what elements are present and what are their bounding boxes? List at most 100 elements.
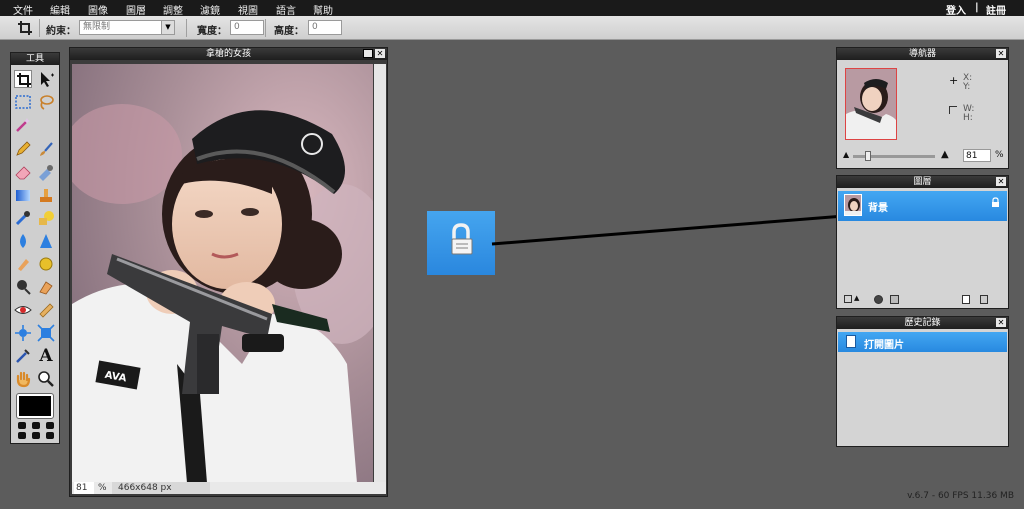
zoom-slider[interactable] [853, 151, 935, 161]
version-status: v.6.7 - 60 FPS 11.36 MB [907, 491, 1014, 501]
crop-icon [17, 20, 33, 36]
pinch-tool[interactable] [37, 324, 55, 342]
menu-filter[interactable]: 濾鏡 [200, 2, 220, 17]
tools-panel: 工具 A [10, 52, 60, 444]
crop-tool[interactable] [14, 70, 32, 88]
layers-footer: ▲ [838, 293, 1007, 307]
move-tool[interactable] [37, 70, 55, 88]
maximize-icon[interactable] [363, 49, 373, 58]
dodge-tool[interactable] [14, 278, 32, 296]
zoom-tool[interactable] [37, 370, 55, 388]
magic-wand-tool[interactable] [14, 116, 32, 134]
layer-properties-icon[interactable] [844, 295, 852, 303]
image-canvas[interactable]: AVA [72, 64, 373, 483]
palette-grid-icon[interactable] [16, 421, 56, 441]
history-title-text: 歷史記錄 [904, 318, 941, 328]
magnifier-icon [38, 371, 54, 387]
menu-adjust[interactable]: 調整 [163, 2, 183, 17]
layer-mask-icon[interactable] [874, 295, 883, 304]
zoom-input[interactable]: 81 [74, 482, 94, 494]
thumbnail-photo [846, 79, 896, 139]
layer-menu-arrow-icon[interactable]: ▲ [854, 294, 859, 302]
menu-image[interactable]: 圖像 [88, 2, 108, 17]
layer-visibility-checkbox[interactable] [841, 200, 842, 201]
close-icon[interactable]: ✕ [375, 49, 385, 58]
y-label: Y: [963, 82, 971, 92]
chevron-down-icon[interactable]: ▼ [161, 21, 174, 34]
lasso-tool[interactable] [37, 93, 55, 111]
new-layer-icon[interactable] [962, 295, 970, 304]
login-link[interactable]: 登入 [946, 2, 966, 17]
register-link[interactable]: 註冊 [986, 2, 1006, 17]
height-input[interactable]: 0 [308, 20, 342, 35]
text-tool[interactable]: A [37, 347, 55, 365]
bloat-tool[interactable] [14, 324, 32, 342]
menu-edit[interactable]: 編輯 [50, 2, 70, 17]
menu-layer[interactable]: 圖層 [126, 2, 146, 17]
menu-view[interactable]: 視圖 [238, 2, 258, 17]
width-input[interactable]: 0 [230, 20, 264, 35]
constraint-value: 無限制 [83, 22, 111, 32]
history-item[interactable]: 打開圖片 [838, 332, 1007, 352]
color-picker-tool[interactable] [14, 209, 32, 227]
drop-icon [20, 234, 26, 248]
eraser-tool[interactable] [14, 163, 32, 181]
clone-tool[interactable] [14, 347, 32, 365]
image-window: 拿槍的女孩 ✕ AVA 81 % 466x648 px [69, 47, 388, 497]
bandage-icon [39, 303, 54, 318]
options-divider [39, 19, 40, 37]
hand-tool[interactable] [14, 370, 32, 388]
image-window-title: 拿槍的女孩 ✕ [70, 48, 387, 60]
layer-row[interactable]: 背景 [838, 191, 1007, 221]
shape-tool[interactable] [37, 209, 55, 227]
pencil-tool[interactable] [14, 140, 32, 158]
layers-panel: 圖層 ✕ 背景 ▲ [836, 175, 1009, 309]
photo-girl-with-gun: AVA [72, 64, 373, 483]
pinch-icon [37, 324, 55, 342]
close-icon[interactable]: ✕ [996, 318, 1006, 327]
lock-callout [427, 211, 495, 275]
history-panel: 歷史記錄 ✕ 打開圖片 [836, 316, 1009, 447]
layer-name: 背景 [868, 203, 888, 214]
image-dimensions: 466x648 px [112, 482, 210, 494]
color-replace-icon [39, 165, 53, 181]
width-label: 寬度： [197, 26, 227, 37]
sharpen-tool[interactable] [37, 232, 55, 250]
rect-select-icon [15, 95, 31, 109]
options-divider [265, 19, 266, 37]
trash-icon[interactable] [980, 295, 988, 304]
blur-tool[interactable] [14, 232, 32, 250]
gradient-tool[interactable] [14, 186, 32, 204]
options-bar: 約束： 無限制 ▼ 寬度： 0 高度： 0 [0, 16, 1024, 40]
marquee-tool[interactable] [14, 93, 32, 111]
zoom-slider-handle[interactable] [865, 151, 871, 161]
zoom-in-icon[interactable]: ▲ [941, 149, 949, 160]
smudge-tool[interactable] [14, 255, 32, 273]
menu-file[interactable]: 文件 [13, 2, 33, 17]
sponge-tool[interactable] [37, 255, 55, 273]
close-icon[interactable]: ✕ [996, 177, 1006, 186]
text-a-icon: A [39, 346, 53, 366]
stamp-tool[interactable] [37, 186, 55, 204]
navigator-zoom-input[interactable]: 81 [963, 149, 991, 162]
dodge-icon [17, 280, 31, 295]
red-eye-tool[interactable] [14, 301, 32, 319]
navigator-title-text: 導航器 [908, 49, 936, 59]
constraint-select[interactable]: 無限制 ▼ [79, 20, 175, 35]
menu-language[interactable]: 語言 [276, 2, 296, 17]
layer-style-icon[interactable] [890, 295, 899, 304]
layer-lock-icon[interactable] [991, 197, 1000, 208]
crosshair-icon: + [949, 74, 959, 87]
brush-tool[interactable] [37, 140, 55, 158]
navigator-thumbnail[interactable] [845, 68, 897, 140]
replace-color-tool[interactable] [37, 163, 55, 181]
burn-tool[interactable] [37, 278, 55, 296]
foreground-color-swatch[interactable] [16, 393, 54, 419]
height-label: 高度： [274, 26, 304, 37]
menu-help[interactable]: 幫助 [313, 2, 333, 17]
vertical-scrollbar[interactable] [374, 64, 386, 483]
close-icon[interactable]: ✕ [996, 49, 1006, 58]
spot-heal-tool[interactable] [37, 301, 55, 319]
tools-title: 工具 [11, 53, 59, 65]
zoom-out-icon[interactable]: ▲ [843, 150, 849, 159]
